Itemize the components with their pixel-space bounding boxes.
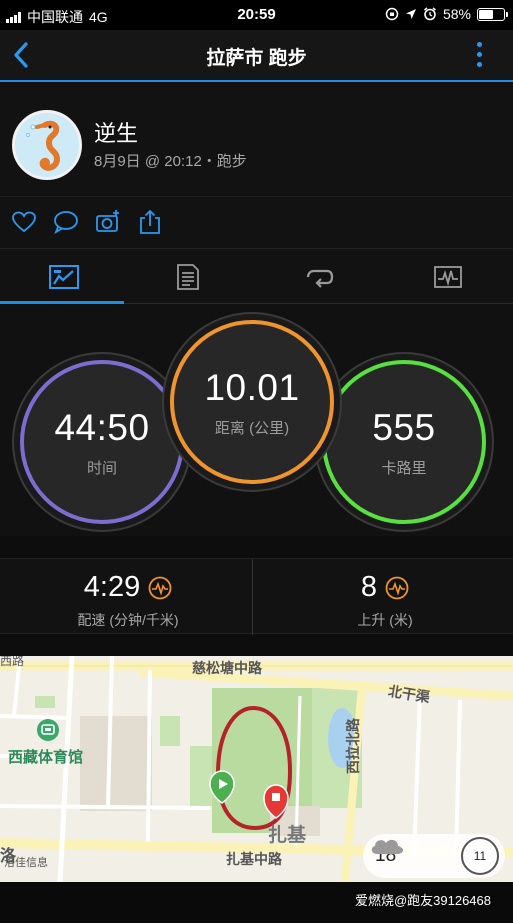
rotation-lock-icon bbox=[385, 7, 399, 21]
map-label-road-vertical: 西拉北路 bbox=[345, 718, 361, 774]
status-right: 58% bbox=[385, 6, 508, 22]
stats-divider bbox=[252, 559, 253, 635]
aqi-value: 11 bbox=[473, 849, 487, 863]
time-ring: 44:50 时间 bbox=[20, 360, 184, 524]
ascent-stat: 8 上升 (米) bbox=[257, 559, 513, 635]
tab-details[interactable] bbox=[124, 249, 252, 304]
ascent-label: 上升 (米) bbox=[357, 612, 413, 628]
tab-overview[interactable] bbox=[0, 249, 128, 304]
map-label-road-bottom: 扎基中路 bbox=[226, 851, 282, 867]
map-label-poi-left: 洛佳信息 bbox=[4, 857, 48, 869]
distance-label: 距离 (公里) bbox=[214, 419, 290, 437]
pace-value: 4:29 bbox=[83, 571, 141, 603]
laps-loop-icon bbox=[306, 269, 334, 288]
map-label-area: 扎基 bbox=[268, 825, 307, 846]
time-label: 时间 bbox=[86, 459, 117, 477]
battery-icon bbox=[477, 7, 508, 21]
status-bar: 中国联通 4G 20:59 58% bbox=[0, 0, 513, 30]
username: 逆生 bbox=[94, 121, 139, 146]
location-icon bbox=[405, 9, 416, 19]
activity-subtitle: 8月9日 @ 20:12・跑步 bbox=[94, 153, 247, 170]
footer-bar: 爱燃烧@跑友39126468 bbox=[0, 882, 513, 923]
watermark: 爱燃烧@跑友39126468 bbox=[354, 893, 491, 908]
calories-ring: 555 卡路里 bbox=[322, 360, 486, 524]
map-label-stadium: 西藏体育馆 bbox=[8, 749, 84, 766]
metrics-rings: 44:50 时间 555 卡路里 10.01 距离 (公里) bbox=[0, 304, 513, 536]
activity-tabs bbox=[0, 248, 513, 304]
activity-profile: 逆生 8月9日 @ 20:12・跑步 bbox=[0, 84, 513, 196]
calories-label: 卡路里 bbox=[381, 459, 427, 477]
stats-row: 4:29 配速 (分钟/千米) 8 上升 (米) bbox=[0, 558, 513, 635]
ascent-chart-icon[interactable] bbox=[385, 576, 409, 600]
overview-chart-icon bbox=[49, 264, 79, 289]
pace-chart-icon[interactable] bbox=[148, 576, 172, 600]
share-icon[interactable] bbox=[136, 208, 164, 236]
alarm-icon bbox=[424, 7, 436, 21]
seahorse-avatar-image bbox=[15, 113, 79, 177]
tab-graphs[interactable] bbox=[384, 249, 512, 304]
distance-ring: 10.01 距离 (公里) bbox=[170, 320, 334, 484]
time-value: 44:50 bbox=[54, 406, 150, 448]
calories-value: 555 bbox=[372, 406, 436, 448]
ascent-value: 8 bbox=[360, 571, 378, 603]
battery-percent: 58% bbox=[442, 6, 471, 22]
comment-icon[interactable] bbox=[52, 208, 80, 236]
map-label-left-top-edge: 西路 bbox=[0, 656, 25, 668]
cloudy-weather-icon bbox=[371, 839, 403, 854]
weather-badge[interactable]: 18° 11 bbox=[363, 834, 505, 878]
route-map[interactable]: 西路 慈松塘中路 北干渠 西拉北路 西藏体育馆 扎基 扎基中路 洛 洛佳信息 1… bbox=[0, 656, 513, 882]
stadium-poi-icon bbox=[37, 719, 59, 741]
add-photo-camera-icon[interactable] bbox=[94, 208, 122, 236]
app-header: 拉萨市 跑步 bbox=[0, 30, 513, 82]
action-bar bbox=[0, 196, 513, 248]
page-title: 拉萨市 跑步 bbox=[206, 48, 307, 69]
map-label-road-top: 慈松塘中路 bbox=[192, 660, 262, 676]
aqi-indicator: 11 bbox=[461, 837, 499, 875]
distance-value: 10.01 bbox=[204, 366, 300, 408]
details-list-icon bbox=[177, 263, 199, 290]
tab-laps[interactable] bbox=[256, 249, 384, 304]
graph-icon bbox=[434, 265, 462, 288]
heart-icon[interactable] bbox=[10, 208, 38, 236]
pace-stat: 4:29 配速 (分钟/千米) bbox=[0, 559, 256, 635]
avatar[interactable] bbox=[12, 110, 82, 180]
pace-label: 配速 (分钟/千米) bbox=[77, 612, 179, 628]
more-menu-icon[interactable] bbox=[475, 42, 483, 70]
